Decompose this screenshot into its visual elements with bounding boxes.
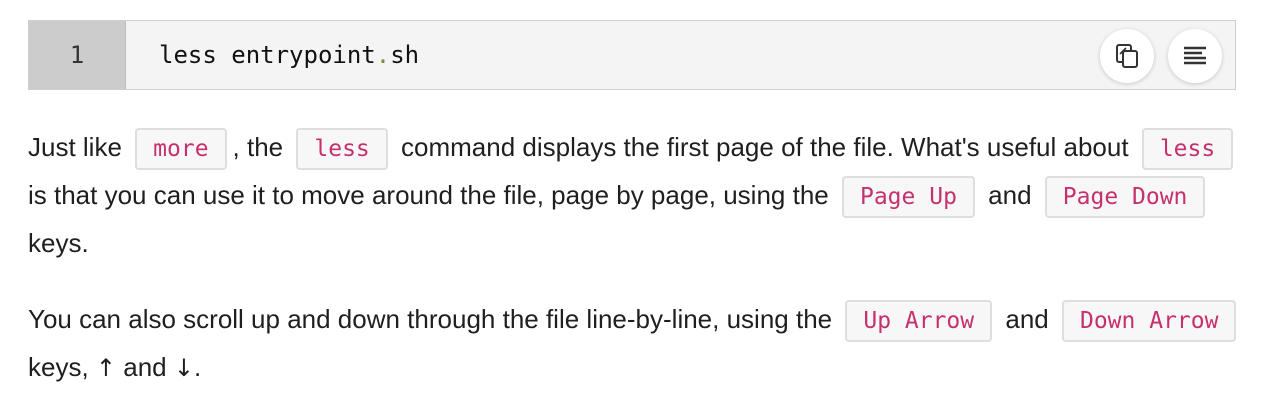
wrap-lines-icon	[1184, 46, 1206, 65]
code-line[interactable]: less entrypoint. sh	[159, 21, 419, 89]
code-extension: sh	[390, 41, 420, 69]
inline-code-less: less	[296, 128, 388, 170]
inline-code-page-down: Page Down	[1044, 176, 1206, 218]
paragraph-arrow-keys: You can also scroll up and down through …	[28, 296, 1258, 391]
copy-icon	[1116, 44, 1138, 68]
text: and	[123, 352, 167, 382]
up-arrow-icon: ↑	[95, 354, 117, 382]
code-block: 1 less entrypoint. sh	[28, 20, 1236, 90]
text: You can also scroll up and down through …	[28, 304, 833, 334]
copy-button[interactable]	[1100, 29, 1154, 83]
paragraph-less-intro: Just like more, the less command display…	[28, 124, 1258, 266]
inline-code-page-up: Page Up	[841, 176, 975, 218]
line-number: 1	[29, 21, 126, 89]
text: .	[194, 352, 202, 382]
text: and	[988, 180, 1032, 210]
down-arrow-icon: ↓	[173, 354, 194, 382]
text: keys,	[28, 352, 89, 382]
text: is that you can use it to move around th…	[28, 180, 829, 210]
text: command displays the first page of the f…	[401, 132, 1129, 162]
text: Just like	[28, 132, 122, 162]
inline-code-up-arrow: Up Arrow	[845, 300, 993, 342]
code-dot: .	[375, 41, 391, 69]
text: keys.	[28, 228, 89, 258]
text: , the	[232, 132, 284, 162]
inline-code-more: more	[135, 128, 227, 170]
inline-code-less: less	[1141, 128, 1234, 170]
wrap-lines-button[interactable]	[1168, 29, 1222, 83]
text: and	[1005, 304, 1049, 334]
code-command: less entrypoint	[159, 41, 376, 69]
inline-code-down-arrow: Down Arrow	[1061, 300, 1237, 342]
